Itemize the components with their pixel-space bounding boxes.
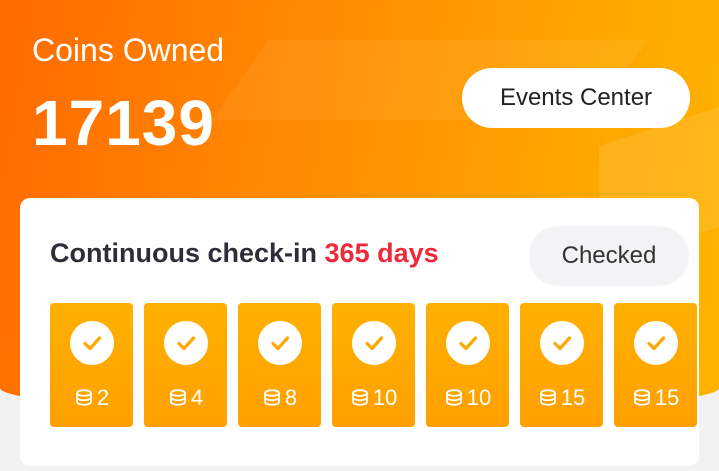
day-reward-value: 10 bbox=[372, 385, 398, 410]
checkin-days-count: 365 days bbox=[324, 238, 439, 268]
day-reward: 15 bbox=[538, 385, 585, 411]
day-reward-value: 4 bbox=[190, 385, 204, 410]
checkin-day-2[interactable]: 4 bbox=[144, 303, 227, 427]
checkin-day-5[interactable]: 10 bbox=[426, 303, 509, 427]
day-reward: 4 bbox=[168, 385, 203, 411]
coins-owned-value: 17139 bbox=[32, 87, 215, 159]
check-icon bbox=[257, 321, 302, 365]
day-reward-value: 8 bbox=[284, 385, 298, 410]
checked-button[interactable]: Checked bbox=[529, 226, 689, 286]
checkin-title: Continuous check-in 365 days bbox=[50, 238, 439, 269]
coin-stack-icon bbox=[538, 388, 558, 408]
checkin-day-1[interactable]: 2 bbox=[50, 303, 133, 427]
checkin-day-3[interactable]: 8 bbox=[238, 303, 321, 427]
check-icon bbox=[633, 321, 678, 365]
checkin-card: Continuous check-in 365 days Checked 2 4 8… bbox=[20, 198, 699, 466]
checkin-day-7[interactable]: 15 bbox=[614, 303, 697, 427]
coin-stack-icon bbox=[444, 388, 464, 408]
check-icon bbox=[163, 321, 208, 365]
day-reward-value: 2 bbox=[96, 385, 110, 410]
coin-stack-icon bbox=[74, 388, 94, 408]
check-icon bbox=[445, 321, 490, 365]
checkin-day-6[interactable]: 15 bbox=[520, 303, 603, 427]
day-reward-value: 15 bbox=[560, 385, 586, 410]
check-icon bbox=[539, 321, 584, 365]
events-center-button[interactable]: Events Center bbox=[462, 68, 690, 128]
coin-stack-icon bbox=[168, 388, 188, 408]
coin-stack-icon bbox=[262, 388, 282, 408]
day-reward: 10 bbox=[350, 385, 397, 411]
check-icon bbox=[351, 321, 396, 365]
coin-stack-icon bbox=[632, 388, 652, 408]
check-icon bbox=[69, 321, 114, 365]
day-reward: 8 bbox=[262, 385, 297, 411]
checkin-days-row: 2 4 8 10 10 15 15 bbox=[50, 303, 697, 427]
day-reward: 15 bbox=[632, 385, 679, 411]
day-reward-value: 15 bbox=[654, 385, 680, 410]
checkin-title-prefix: Continuous check-in bbox=[50, 238, 318, 268]
day-reward: 10 bbox=[444, 385, 491, 411]
checkin-day-4[interactable]: 10 bbox=[332, 303, 415, 427]
coin-stack-icon bbox=[350, 388, 370, 408]
day-reward: 2 bbox=[74, 385, 109, 411]
day-reward-value: 10 bbox=[466, 385, 492, 410]
coins-owned-label: Coins Owned bbox=[32, 32, 225, 68]
